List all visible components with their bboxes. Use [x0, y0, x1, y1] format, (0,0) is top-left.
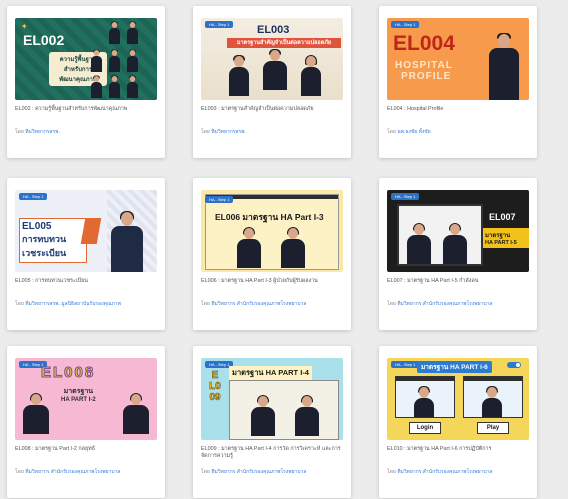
course-caption[interactable]: EL006 : มาตรฐาน HA Part I-3 ผู้ป่วยกับผู… — [201, 278, 345, 285]
course-caption[interactable]: EL007 : มาตรฐาน HA Part I-5 กำลังคน — [387, 278, 531, 285]
presenter — [263, 49, 287, 100]
presenter — [109, 21, 120, 44]
course-author: โดย ทีมวิทยากรสรพ. มูลนิธิสถาบันรับรองคุ… — [15, 301, 121, 307]
course-author: โดย ทีมวิทยากรสรพ. — [201, 129, 246, 135]
course-code: EL007 — [489, 212, 516, 222]
course-thumbnail[interactable]: HA - Step 1 EL006 มาตรฐาน HA Part I-3 — [201, 190, 343, 272]
course-card-el009[interactable]: HA - Step 1 EL009 มาตรฐาน HA PART I-4 EL… — [193, 346, 351, 498]
course-card-el003[interactable]: HA - Step 1 EL003 มาตรฐานสำคัญจำเป็นต่อค… — [193, 6, 351, 158]
course-title: มาตรฐาน HA PART I-4 — [229, 366, 312, 380]
presenter — [407, 223, 431, 272]
presenter-window — [395, 376, 455, 418]
course-title: EL006 มาตรฐาน HA Part I-3 — [215, 212, 324, 222]
course-code: EL003 — [257, 24, 290, 36]
presenter — [229, 55, 249, 100]
course-author: โดย ทีมวิทยากรสรพ. — [15, 129, 60, 135]
course-thumbnail[interactable]: HA - Step 1 EL008 มาตรฐาน HA PART I-2 — [15, 358, 157, 440]
course-caption[interactable]: EL010 : มาตรฐาน HA Part I-6 การปฏิบัติกา… — [387, 446, 531, 453]
step-badge: HA - Step 1 — [391, 361, 420, 368]
course-author: โดย ทีมวิทยากร สำนักรับรองคุณภาพโรงพยาบา… — [387, 301, 493, 307]
course-thumbnail[interactable]: HA - Step 1 EL009 มาตรฐาน HA PART I-4 — [201, 358, 343, 440]
course-card-el006[interactable]: HA - Step 1 EL006 มาตรฐาน HA Part I-3 EL… — [193, 178, 351, 330]
course-card-el004[interactable]: HA - Step 1 EL004 HOSPITAL PROFILE EL004… — [379, 6, 537, 158]
course-card-el005[interactable]: HA - Step 1 EL005 การทบทวน เวชระเบียน EL… — [7, 178, 165, 330]
course-thumbnail[interactable]: HA - Step 1 EL004 HOSPITAL PROFILE — [387, 18, 529, 100]
author-link[interactable]: ทีมวิทยากร สำนักรับรองคุณภาพโรงพยาบาล — [397, 301, 492, 307]
step-badge: HA - Step 1 — [19, 193, 48, 200]
course-caption[interactable]: EL002 : ความรู้พื้นฐานสำหรับการพัฒนาคุณภ… — [15, 106, 159, 113]
course-thumbnail[interactable]: HA - Step 1 EL005 การทบทวน เวชระเบียน — [15, 190, 157, 272]
course-code: EL004 — [393, 32, 455, 55]
presenter — [301, 55, 321, 100]
presenter — [295, 395, 319, 440]
course-author: โดย ทีมวิทยากร สำนักรับรองคุณภาพโรงพยาบา… — [201, 469, 307, 475]
course-code: EL002 — [23, 32, 65, 48]
presenter — [251, 395, 275, 440]
course-code: EL008 — [40, 364, 96, 382]
course-title: มาตรฐาน HA PART I-6 — [417, 361, 492, 373]
course-author: โดย ทีมวิทยากร สำนักรับรองคุณภาพโรงพยาบา… — [15, 469, 121, 475]
star-icon: ✦ — [21, 22, 28, 31]
presenter — [23, 393, 49, 440]
course-title: มาตรฐานสำคัญจำเป็นต่อความปลอดภัย — [227, 38, 341, 48]
course-author: โดย ทีมวิทยากร สำนักรับรองคุณภาพโรงพยาบา… — [201, 301, 307, 307]
presenter-window — [463, 376, 523, 418]
course-card-el008[interactable]: HA - Step 1 EL008 มาตรฐาน HA PART I-2 EL… — [7, 346, 165, 498]
login-button[interactable]: Login — [409, 422, 441, 434]
course-card-el002[interactable]: ✦ ✦ EL002 ความรู้พื้นฐาน สำหรับการ พัฒนา… — [7, 6, 165, 158]
presenter — [127, 49, 138, 72]
course-card-el010[interactable]: HA - Step 1 มาตรฐาน HA PART I-6 Login Pl… — [379, 346, 537, 498]
author-link[interactable]: นพ.ธงชัย ทั้งชัย — [397, 129, 430, 135]
course-caption[interactable]: EL008 : มาตรฐาน Part I-2 กลยุทธ์ — [15, 446, 159, 453]
author-link[interactable]: ทีมวิทยากร สำนักรับรองคุณภาพโรงพยาบาล — [397, 469, 492, 475]
course-caption[interactable]: EL003 : มาตรฐานสำคัญจำเป็นต่อความปลอดภัย — [201, 106, 345, 113]
presenter — [127, 75, 138, 98]
course-title: มาตรฐาน HA PART I-5 — [483, 228, 529, 248]
author-link[interactable]: ทีมวิทยากร สำนักรับรองคุณภาพโรงพยาบาล — [211, 301, 306, 307]
step-badge: HA - Step 1 — [391, 21, 420, 28]
presenter — [123, 393, 149, 440]
course-caption[interactable]: EL005 : การทบทวนเวชระเบียน — [15, 278, 159, 285]
course-caption[interactable]: EL009 : มาตรฐาน HA Part I-4 การวัด การวิ… — [201, 446, 345, 460]
presenter — [443, 223, 467, 272]
presenter — [489, 33, 519, 100]
step-badge: HA - Step 1 — [391, 193, 420, 200]
presenter — [127, 21, 138, 44]
course-thumbnail[interactable]: HA - Step 1 EL007 มาตรฐาน HA PART I-5 — [387, 190, 529, 272]
course-thumbnail[interactable]: HA - Step 1 EL003 มาตรฐานสำคัญจำเป็นต่อค… — [201, 18, 343, 100]
presenter — [111, 211, 143, 272]
presenter — [237, 227, 261, 272]
course-caption[interactable]: EL004 : Hospital Profile — [387, 106, 531, 113]
presenter — [109, 75, 120, 98]
course-card-el007[interactable]: HA - Step 1 EL007 มาตรฐาน HA PART I-5 EL… — [379, 178, 537, 330]
course-title: HOSPITAL PROFILE — [395, 60, 453, 82]
course-thumbnail[interactable]: ✦ ✦ EL002 ความรู้พื้นฐาน สำหรับการ พัฒนา… — [15, 18, 157, 100]
author-link[interactable]: ทีมวิทยากร สำนักรับรองคุณภาพโรงพยาบาล — [211, 469, 306, 475]
course-thumbnail[interactable]: HA - Step 1 มาตรฐาน HA PART I-6 Login Pl… — [387, 358, 529, 440]
author-link[interactable]: ทีมวิทยากรสรพ. — [25, 129, 60, 135]
course-title: มาตรฐาน HA PART I-2 — [61, 388, 96, 403]
author-link[interactable]: ทีมวิทยากรสรพ. มูลนิธิสถาบันรับรองคุณภาพ — [25, 301, 121, 307]
step-badge: HA - Step 1 — [205, 196, 234, 203]
course-author: โดย ทีมวิทยากร สำนักรับรองคุณภาพโรงพยาบา… — [387, 469, 493, 475]
step-badge: HA - Step 1 — [205, 21, 234, 28]
course-author: โดย นพ.ธงชัย ทั้งชัย — [387, 129, 431, 135]
course-title: EL005 การทบทวน เวชระเบียน — [19, 218, 87, 263]
course-code-vertical: EL009 — [209, 370, 221, 404]
presenter — [109, 49, 120, 72]
presenter — [91, 49, 102, 72]
play-button[interactable]: Play — [477, 422, 509, 434]
browser-window-graphic — [205, 194, 339, 270]
author-link[interactable]: ทีมวิทยากร สำนักรับรองคุณภาพโรงพยาบาล — [25, 469, 120, 475]
toggle-icon — [507, 362, 521, 368]
author-link[interactable]: ทีมวิทยากรสรพ. — [211, 129, 246, 135]
presenter — [281, 227, 305, 272]
presenter — [91, 75, 102, 98]
